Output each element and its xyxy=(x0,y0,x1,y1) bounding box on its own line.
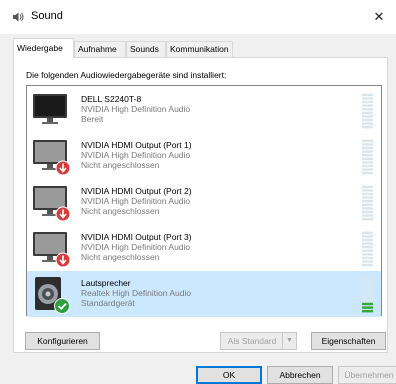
cancel-button[interactable]: Abbrechen xyxy=(267,366,333,384)
apply-button[interactable]: Übernehmen xyxy=(338,366,396,384)
device-name: NVIDIA HDMI Output (Port 1) xyxy=(81,140,192,150)
close-button[interactable]: ✕ xyxy=(362,0,396,34)
device-driver: NVIDIA High Definition Audio xyxy=(81,104,191,114)
tab-label: Kommunikation xyxy=(170,44,229,54)
monitor-icon xyxy=(33,232,71,268)
device-status: Standardgerät xyxy=(81,298,135,308)
device-status: Nicht angeschlossen xyxy=(81,206,160,216)
device-name: DELL S2240T-8 xyxy=(81,94,142,104)
monitor-icon xyxy=(33,140,71,176)
level-meter xyxy=(362,231,373,267)
device-item[interactable]: NVIDIA HDMI Output (Port 1) NVIDIA High D… xyxy=(27,133,381,179)
tab-label: Aufnahme xyxy=(78,44,117,54)
speaker-icon xyxy=(35,277,70,314)
title-bar: Sound ✕ xyxy=(0,0,396,34)
device-name: NVIDIA HDMI Output (Port 3) xyxy=(81,232,192,242)
tab-panel: Die folgenden Audiowiedergabegeräte sind… xyxy=(13,57,388,353)
level-meter xyxy=(362,277,373,313)
device-list[interactable]: DELL S2240T-8 NVIDIA High Definition Audi… xyxy=(26,85,382,317)
device-driver: NVIDIA High Definition Audio xyxy=(81,150,191,160)
level-meter xyxy=(362,139,373,175)
device-item[interactable]: NVIDIA HDMI Output (Port 3) NVIDIA High D… xyxy=(27,225,381,271)
tab-label: Sounds xyxy=(130,44,159,54)
tab-aufnahme[interactable]: Aufnahme xyxy=(74,41,126,57)
tab-sounds[interactable]: Sounds xyxy=(126,41,166,57)
properties-button[interactable]: Eigenschaften xyxy=(311,332,386,350)
configure-button[interactable]: Konfigurieren xyxy=(25,332,100,350)
close-icon: ✕ xyxy=(373,9,385,24)
set-default-button[interactable]: Als Standard ▼ xyxy=(220,332,297,350)
speaker-icon xyxy=(13,12,24,22)
set-default-label: Als Standard xyxy=(227,336,277,346)
device-name: Lautsprecher xyxy=(81,278,131,288)
device-name: NVIDIA HDMI Output (Port 2) xyxy=(81,186,192,196)
device-driver: NVIDIA High Definition Audio xyxy=(81,196,191,206)
window-title: Sound xyxy=(31,10,63,22)
device-status: Nicht angeschlossen xyxy=(81,252,160,262)
tab-kommunikation[interactable]: Kommunikation xyxy=(166,41,233,57)
device-driver: Realtek High Definition Audio xyxy=(81,288,192,298)
level-meter xyxy=(362,185,373,221)
device-item[interactable]: DELL S2240T-8 NVIDIA High Definition Audi… xyxy=(27,87,381,133)
device-status: Bereit xyxy=(81,114,104,124)
tab-label: Wiedergabe xyxy=(17,43,63,53)
device-status: Nicht angeschlossen xyxy=(81,160,160,170)
monitor-icon xyxy=(33,94,67,124)
ok-button[interactable]: OK xyxy=(196,366,262,384)
device-item[interactable]: NVIDIA HDMI Output (Port 2) NVIDIA High D… xyxy=(27,179,381,225)
device-item[interactable]: Lautsprecher Realtek High Definition Audi… xyxy=(27,271,381,317)
panel-heading: Die folgenden Audiowiedergabegeräte sind… xyxy=(26,70,227,80)
level-meter xyxy=(362,93,373,129)
monitor-icon xyxy=(33,186,71,222)
tab-wiedergabe[interactable]: Wiedergabe xyxy=(13,38,74,58)
device-driver: NVIDIA High Definition Audio xyxy=(81,242,191,252)
chevron-down-icon[interactable]: ▼ xyxy=(282,333,296,349)
